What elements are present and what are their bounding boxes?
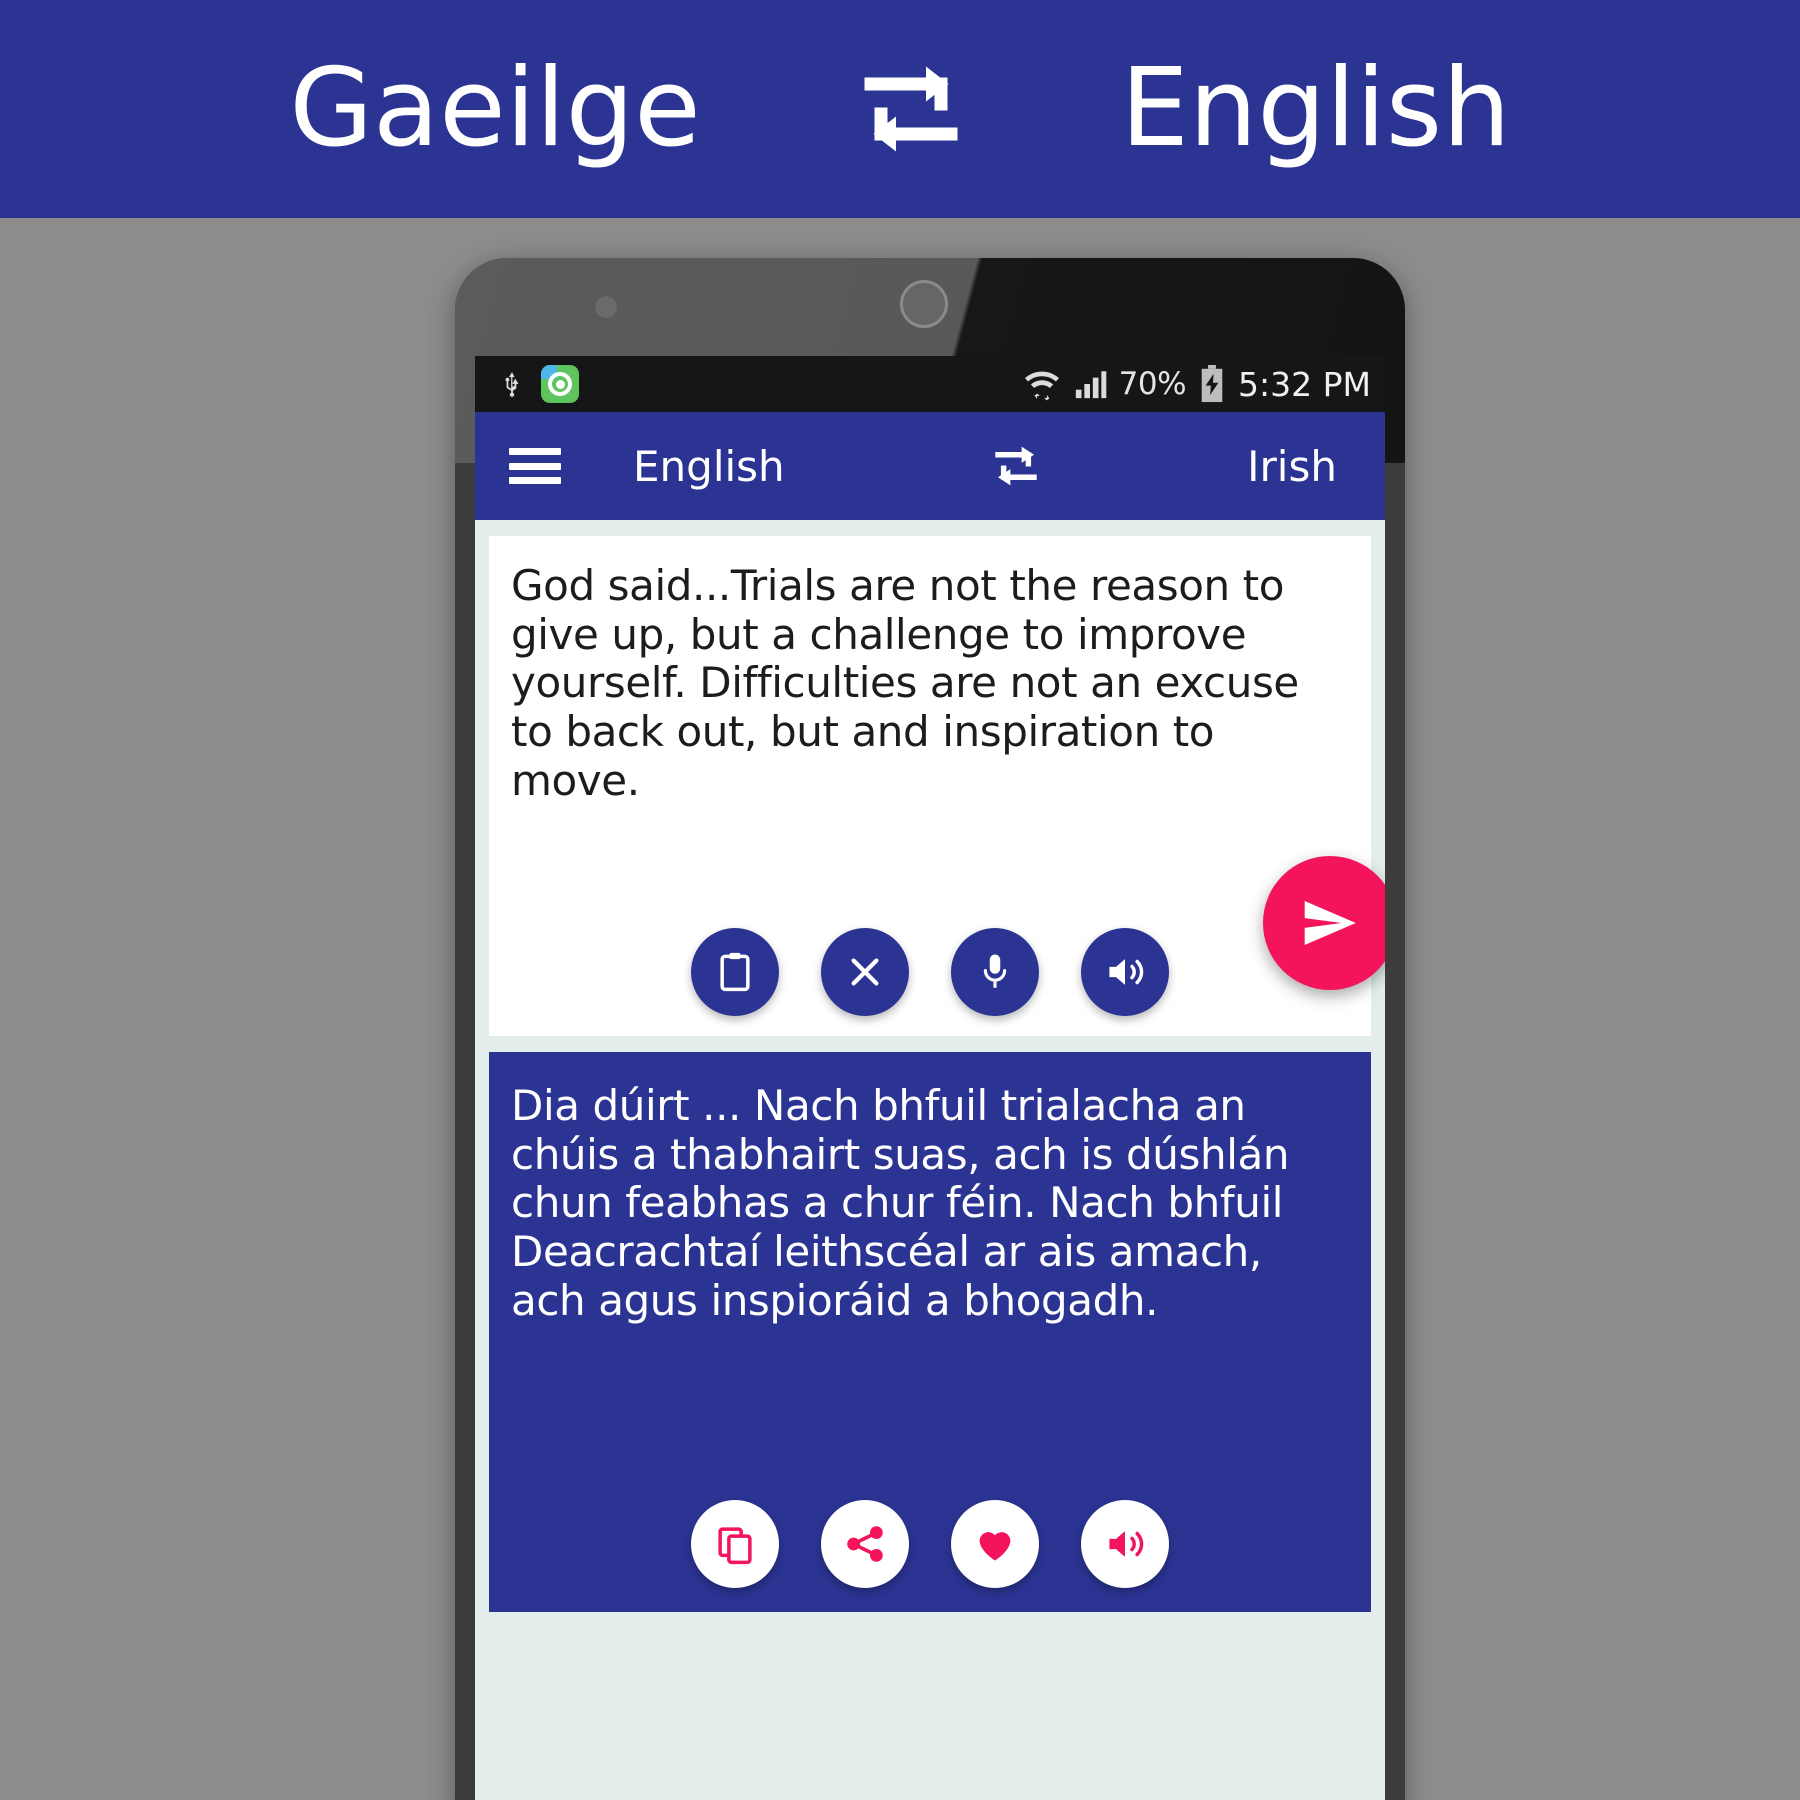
translate-send-button[interactable] bbox=[1263, 856, 1385, 990]
wifi-icon bbox=[1023, 367, 1061, 401]
promo-target-language: English bbox=[1120, 46, 1511, 171]
app-toolbar: English Irish bbox=[475, 412, 1385, 520]
battery-percent-label: 70% bbox=[1118, 366, 1187, 402]
voice-input-button[interactable] bbox=[951, 928, 1039, 1016]
clear-button[interactable] bbox=[821, 928, 909, 1016]
status-bar: 70% 5:32 PM bbox=[475, 356, 1385, 412]
paste-button[interactable] bbox=[691, 928, 779, 1016]
recorder-app-icon bbox=[541, 365, 579, 403]
hamburger-menu-icon[interactable] bbox=[509, 448, 561, 484]
target-action-row bbox=[489, 1500, 1371, 1588]
target-text-card[interactable]: Dia dúirt ... Nach bhfuil trialacha an c… bbox=[489, 1052, 1371, 1612]
target-language-selector[interactable]: Irish bbox=[1247, 442, 1337, 491]
promo-source-language: Gaeilge bbox=[289, 46, 701, 171]
language-swap-icon[interactable] bbox=[989, 439, 1043, 493]
copy-button[interactable] bbox=[691, 1500, 779, 1588]
phone-mockup: 70% 5:32 PM English Irish God said...Tri… bbox=[455, 258, 1405, 1800]
speak-source-button[interactable] bbox=[1081, 928, 1169, 1016]
battery-charging-icon bbox=[1198, 365, 1226, 403]
translator-body: God said...Trials are not the reason to … bbox=[475, 520, 1385, 1612]
earpiece-speaker bbox=[900, 280, 948, 328]
promo-swap-icon bbox=[851, 49, 971, 169]
translated-text: Dia dúirt ... Nach bhfuil trialacha an c… bbox=[511, 1081, 1290, 1325]
cellular-signal-icon bbox=[1073, 367, 1107, 401]
source-text-card[interactable]: God said...Trials are not the reason to … bbox=[489, 536, 1371, 1036]
share-button[interactable] bbox=[821, 1500, 909, 1588]
phone-screen: 70% 5:32 PM English Irish God said...Tri… bbox=[475, 356, 1385, 1800]
front-camera-icon bbox=[595, 296, 617, 318]
source-text[interactable]: God said...Trials are not the reason to … bbox=[511, 561, 1349, 806]
source-action-row bbox=[489, 928, 1371, 1016]
promo-header-banner: Gaeilge English bbox=[0, 0, 1800, 218]
favorite-button[interactable] bbox=[951, 1500, 1039, 1588]
send-paper-plane-icon bbox=[1304, 901, 1356, 945]
status-bar-clock: 5:32 PM bbox=[1238, 364, 1371, 404]
source-language-selector[interactable]: English bbox=[633, 442, 785, 491]
usb-icon bbox=[499, 365, 525, 403]
speak-target-button[interactable] bbox=[1081, 1500, 1169, 1588]
